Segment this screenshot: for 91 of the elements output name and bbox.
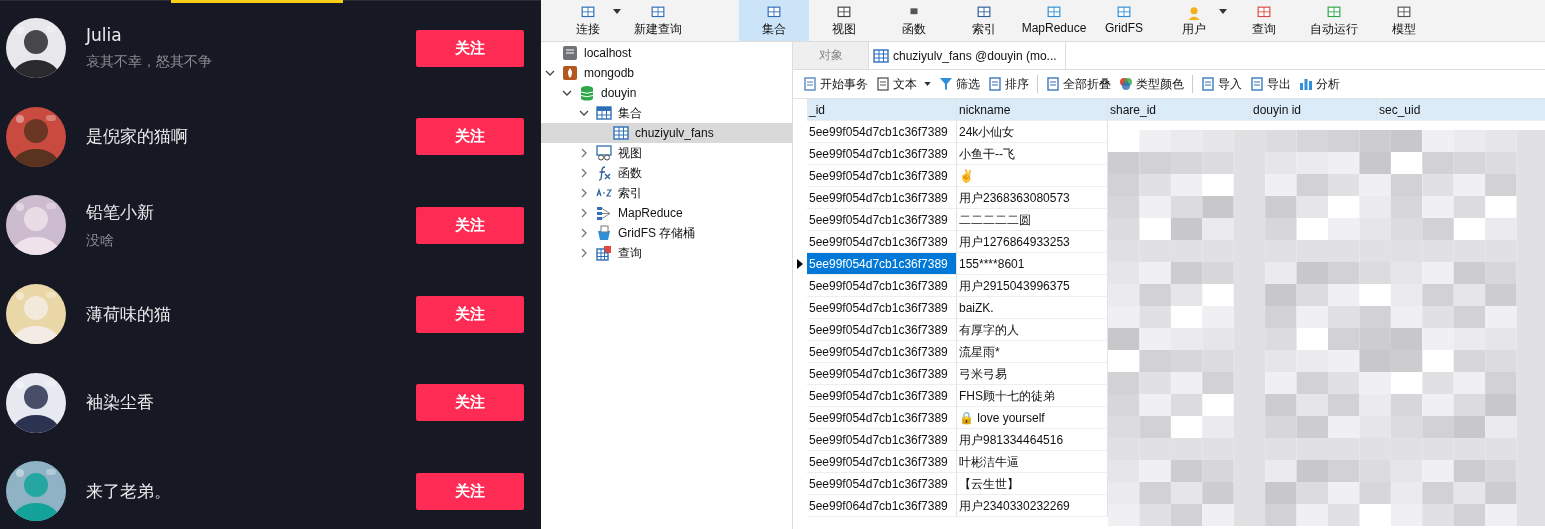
toolbar-button[interactable]: 自动运行: [1299, 0, 1369, 41]
table-cell: 5ee99f054d7cb1c36f7389: [807, 143, 957, 165]
tree-item[interactable]: 视图: [541, 143, 792, 163]
toolbar-button[interactable]: 导出: [1246, 75, 1295, 93]
table-cell: 5ee99f054d7cb1c36f7389: [807, 407, 957, 429]
user-name: 来了老弟。: [86, 479, 172, 503]
user-bio: 没啥: [86, 232, 115, 250]
table-cell: 流星雨*: [957, 341, 1108, 363]
mapreduce-icon: [596, 205, 612, 221]
table-cell: 小鱼干--飞: [957, 143, 1108, 165]
tree-item[interactable]: chuziyulv_fans: [541, 123, 792, 143]
user-bio: 哀其不幸，怒其不争: [86, 53, 213, 72]
table-cell: 5ee99f054d7cb1c36f7389: [807, 319, 957, 341]
toolbar-button[interactable]: 分析: [1295, 75, 1344, 93]
table-cell: 5ee99f054d7cb1c36f7389: [807, 165, 957, 187]
user-name: 铅笔小新: [86, 201, 155, 224]
table-cell: 5ee99f054d7cb1c36f7389: [807, 275, 957, 297]
tree-item[interactable]: 集合: [541, 103, 792, 123]
follow-button[interactable]: 关注: [416, 472, 524, 510]
filter-icon: [939, 77, 953, 91]
document-icon: [876, 77, 890, 91]
query-icon: [596, 245, 612, 261]
follow-button[interactable]: 关注: [416, 207, 524, 244]
table-icon: [596, 105, 612, 121]
table-cell: 5ee99f054d7cb1c36f7389: [807, 385, 957, 407]
table-cell: 5ee99f054d7cb1c36f7389: [807, 297, 957, 319]
follow-button[interactable]: 关注: [416, 29, 524, 67]
bar-chart-icon: [1299, 77, 1313, 91]
tree-item[interactable]: mongodb: [541, 63, 792, 83]
table-cell: 5ee99f054d7cb1c36f7389: [807, 363, 957, 385]
tree-item[interactable]: douyin: [541, 83, 792, 103]
leaf-icon: [562, 65, 578, 81]
toolbar-button[interactable]: 集合: [739, 0, 809, 41]
document-icon: [1250, 77, 1264, 91]
tree-item[interactable]: MapReduce: [541, 203, 792, 223]
document-icon: [1201, 77, 1215, 91]
document-icon: [988, 77, 1002, 91]
table-icon: [873, 47, 889, 64]
user-name: 袖染尘香: [86, 391, 155, 415]
document-icon: [803, 77, 817, 91]
tree-item[interactable]: localhost: [541, 43, 792, 63]
document-icon: [1046, 77, 1060, 91]
column-header[interactable]: douyin id: [1251, 99, 1377, 121]
column-header[interactable]: share_id: [1108, 99, 1251, 121]
tree-item[interactable]: GridFS 存储桶: [541, 223, 792, 243]
follow-button[interactable]: 关注: [416, 295, 524, 333]
column-header[interactable]: sec_uid: [1377, 99, 1545, 121]
toolbar-button[interactable]: 连接: [553, 0, 623, 41]
toolbar-button[interactable]: MapReduce: [1019, 0, 1089, 41]
user-name: Julia: [86, 25, 123, 46]
tree-item[interactable]: 查询: [541, 243, 792, 263]
toolbar-button[interactable]: 类型颜色: [1115, 75, 1188, 93]
toolbar-button[interactable]: 导入: [1197, 75, 1246, 93]
user-name: 是倪家的猫啊: [86, 125, 189, 149]
table-cell: 5ee99f054d7cb1c36f7389: [807, 473, 957, 495]
column-header[interactable]: _id: [807, 99, 957, 121]
server-icon: [562, 45, 578, 61]
toolbar-button[interactable]: 查询: [1229, 0, 1299, 41]
follow-button[interactable]: 关注: [416, 118, 524, 156]
toolbar-button[interactable]: 排序: [984, 75, 1033, 93]
toolbar-button[interactable]: 视图: [809, 0, 879, 41]
column-header[interactable]: nickname: [957, 99, 1108, 121]
toolbar-button[interactable]: 索引: [949, 0, 1019, 41]
table-cell: 5ee99f054d7cb1c36f7389: [807, 187, 957, 209]
toolbar-button[interactable]: 函数: [879, 0, 949, 41]
table-cell: 5ee99f054d7cb1c36f7389: [807, 429, 957, 451]
toolbar-button[interactable]: 开始事务: [799, 75, 872, 93]
toolbar-button[interactable]: 用户: [1159, 0, 1229, 41]
table-cell: 5ee99f064d7cb1c36f7389: [807, 495, 957, 517]
toolbar-button[interactable]: 模型: [1369, 0, 1439, 41]
follow-button[interactable]: 关注: [416, 384, 524, 422]
toolbar-button[interactable]: GridFS: [1089, 0, 1159, 41]
view-icon: [596, 145, 612, 161]
color-wheel-icon: [1119, 77, 1133, 91]
table-cell: 5ee99f054d7cb1c36f7389: [807, 253, 957, 275]
tree-item[interactable]: 索引: [541, 183, 792, 203]
table-icon: [613, 125, 629, 141]
database-icon: [579, 85, 595, 101]
user-name: 薄荷味的猫: [86, 302, 172, 326]
table-cell: 弓米弓易: [957, 363, 1108, 385]
toolbar-button[interactable]: 新建查询: [623, 0, 693, 41]
table-cell: 5ee99f054d7cb1c36f7389: [807, 121, 957, 143]
toolbar-button[interactable]: 筛选: [935, 75, 984, 93]
toolbar-button[interactable]: 全部折叠: [1042, 75, 1115, 93]
toolbar-button[interactable]: 文本: [872, 75, 935, 93]
bucket-icon: [596, 225, 612, 241]
tree-item[interactable]: 函数: [541, 163, 792, 183]
table-cell: 5ee99f054d7cb1c36f7389: [807, 209, 957, 231]
table-cell: 5ee99f054d7cb1c36f7389: [807, 451, 957, 473]
table-cell: 5ee99f054d7cb1c36f7389: [807, 341, 957, 363]
table-cell: 24k小仙女: [957, 121, 1108, 143]
